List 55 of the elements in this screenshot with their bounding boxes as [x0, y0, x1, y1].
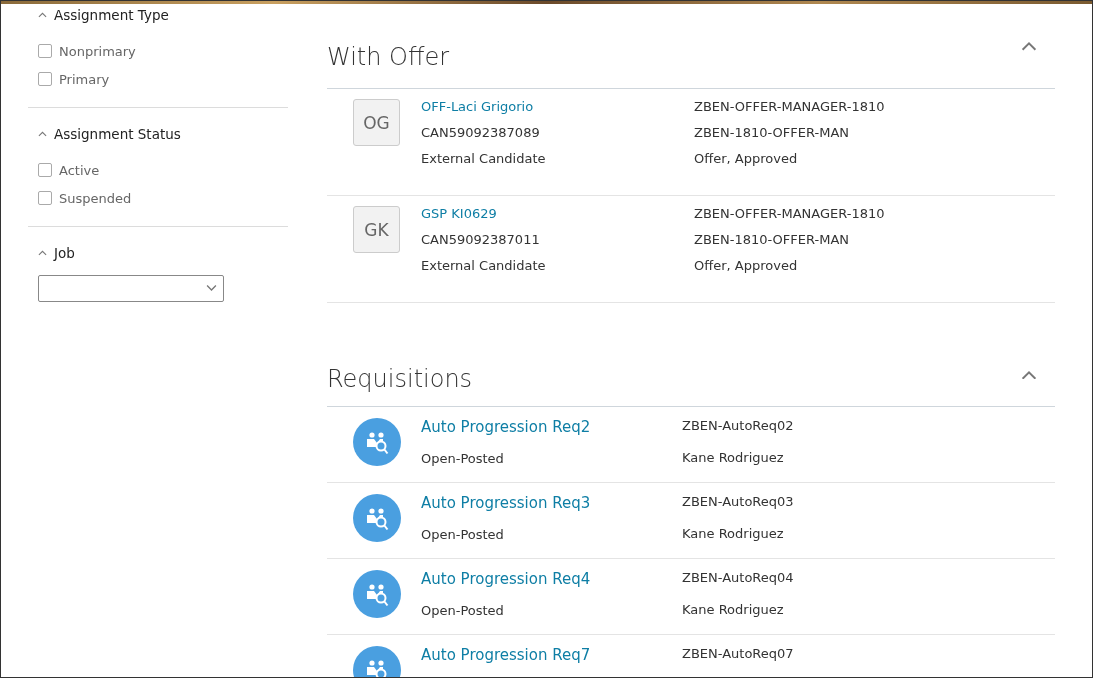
recruiter-name: Kane Rodriguez	[682, 602, 785, 617]
checkbox[interactable]	[38, 163, 52, 177]
checkbox-option[interactable]: Suspended	[38, 184, 288, 212]
avatar-initials: GK	[353, 206, 400, 253]
chevron-icon	[38, 250, 47, 256]
candidate-type: External Candidate	[421, 258, 547, 273]
requisition-title-link[interactable]: Auto Progression Req4	[421, 570, 682, 588]
checkbox[interactable]	[38, 191, 52, 205]
requisition-icon	[353, 570, 401, 618]
candidate-number: CAN59092387089	[421, 125, 541, 140]
requisition-status: Open-Posted	[421, 603, 505, 618]
requisition-code: ZBEN-AutoReq04	[682, 570, 795, 585]
requisition-code: ZBEN-AutoReq03	[682, 494, 795, 509]
checkbox-label: Active	[59, 162, 100, 178]
requisition-name: ZBEN-OFFER-MANAGER-1810	[694, 206, 886, 221]
requisition-status: Open-Posted	[421, 527, 505, 542]
chevron-icon	[1021, 41, 1037, 51]
job-dropdown[interactable]	[38, 275, 224, 302]
requisition-code: ZBEN-1810-OFFER-MAN	[694, 232, 851, 247]
checkbox[interactable]	[38, 72, 52, 86]
checkbox-option[interactable]: Active	[38, 156, 288, 184]
requisition-code: ZBEN-AutoReq07	[682, 646, 795, 661]
section-title: Requisitions	[327, 363, 473, 393]
avatar-initials: OG	[353, 99, 400, 146]
checkbox-label: Primary	[59, 71, 110, 87]
offer-status: Offer, Approved	[694, 151, 799, 166]
candidate-name-link[interactable]: GSP KI0629	[421, 206, 694, 221]
chevron-icon	[1021, 369, 1037, 380]
requisition-icon	[353, 494, 401, 542]
checkbox-label: Nonprimary	[59, 43, 136, 59]
recruiter-name: Kane Rodriguez	[682, 526, 785, 541]
requisition-title-link[interactable]: Auto Progression Req2	[421, 418, 682, 436]
checkbox-label: Suspended	[59, 190, 132, 206]
section-title: With Offer	[327, 42, 450, 71]
requisition-title-link[interactable]: Auto Progression Req7	[421, 646, 682, 664]
offer-status: Offer, Approved	[694, 258, 799, 273]
checkbox-option[interactable]: Primary	[38, 65, 288, 93]
chevron-icon	[38, 131, 47, 137]
checkbox[interactable]	[38, 44, 52, 58]
requisition-code: ZBEN-1810-OFFER-MAN	[694, 125, 851, 140]
candidate-name-link[interactable]: OFF-Laci Grigorio	[421, 99, 694, 114]
requisition-title-link[interactable]: Auto Progression Req3	[421, 494, 682, 512]
filter-header[interactable]: Job	[38, 245, 75, 261]
chevron-down-icon	[206, 285, 217, 292]
recruiter-name: Kane Rodriguez	[682, 450, 785, 465]
requisition-code: ZBEN-AutoReq02	[682, 418, 795, 433]
checkbox-option[interactable]: Nonprimary	[38, 37, 288, 65]
chevron-icon	[38, 12, 47, 18]
filter-header[interactable]: Assignment Status	[38, 126, 181, 142]
requisition-status: Open-Posted	[421, 451, 505, 466]
filter-header[interactable]: Assignment Type	[38, 7, 169, 23]
candidate-number: CAN59092387011	[421, 232, 541, 247]
candidate-type: External Candidate	[421, 151, 547, 166]
requisition-icon	[353, 418, 401, 466]
requisition-name: ZBEN-OFFER-MANAGER-1810	[694, 99, 886, 114]
